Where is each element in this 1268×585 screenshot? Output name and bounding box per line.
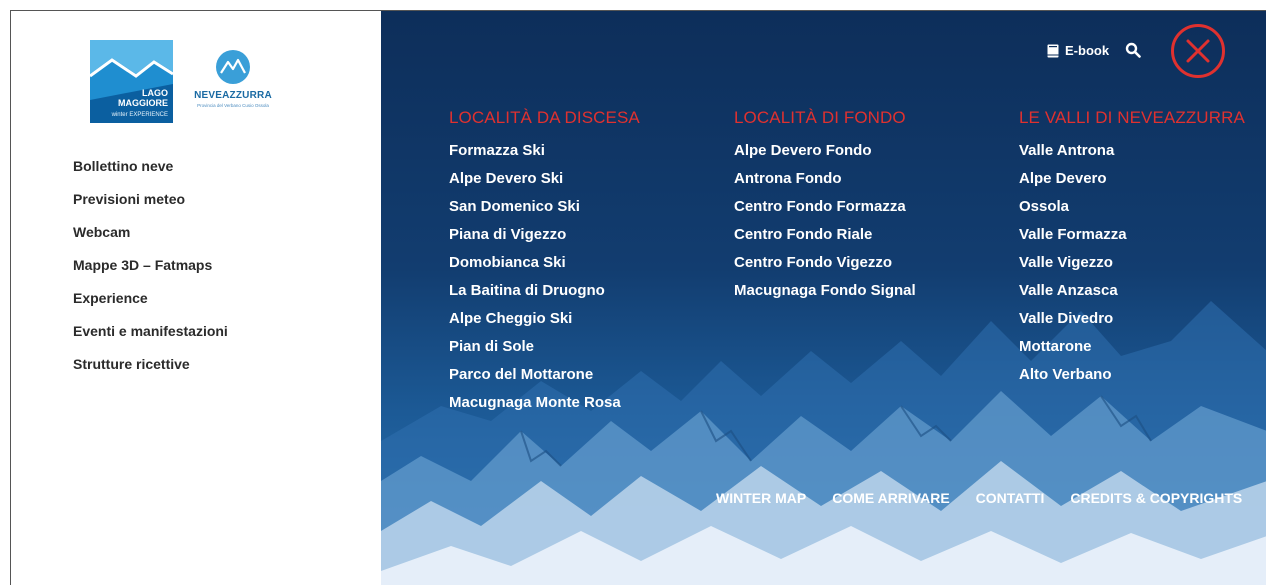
- footer-link-winter-map[interactable]: WINTER MAP: [716, 490, 806, 506]
- column-valli: LE VALLI DI NEVEAZZURRA Valle Antrona Al…: [1019, 108, 1245, 393]
- sidebar-item-strutture[interactable]: Strutture ricettive: [73, 354, 228, 387]
- menu-link[interactable]: Valle Anzasca: [1019, 281, 1245, 309]
- menu-link[interactable]: Alpe Devero: [1019, 169, 1245, 197]
- lago-text: LAGO: [142, 88, 168, 98]
- menu-link[interactable]: La Baitina di Druogno: [449, 281, 640, 309]
- menu-link[interactable]: Piana di Vigezzo: [449, 225, 640, 253]
- sidebar-menu: Bollettino neve Previsioni meteo Webcam …: [73, 156, 228, 387]
- menu-link[interactable]: Formazza Ski: [449, 141, 640, 169]
- menu-link[interactable]: Centro Fondo Riale: [734, 225, 916, 253]
- column-fondo: LOCALITÀ DI FONDO Alpe Devero Fondo Antr…: [734, 108, 916, 309]
- search-icon[interactable]: [1125, 42, 1141, 58]
- sidebar-item-previsioni-meteo[interactable]: Previsioni meteo: [73, 189, 228, 222]
- lago-maggiore-logo[interactable]: LAGO MAGGIORE winter EXPERIENCE: [89, 40, 174, 123]
- menu-link[interactable]: Valle Antrona: [1019, 141, 1245, 169]
- menu-link[interactable]: Valle Vigezzo: [1019, 253, 1245, 281]
- column-title-valli: LE VALLI DI NEVEAZZURRA: [1019, 108, 1245, 127]
- menu-link[interactable]: Alpe Devero Fondo: [734, 141, 916, 169]
- menu-link[interactable]: Domobianca Ski: [449, 253, 640, 281]
- menu-link[interactable]: Mottarone: [1019, 337, 1245, 365]
- sidebar-item-webcam[interactable]: Webcam: [73, 222, 228, 255]
- column-title-discesa: LOCALITÀ DA DISCESA: [449, 108, 640, 127]
- sidebar-item-eventi[interactable]: Eventi e manifestazioni: [73, 321, 228, 354]
- neveazzurra-title: NEVEAZZURRA: [194, 90, 272, 101]
- book-icon: [1047, 44, 1059, 57]
- menu-link[interactable]: Valle Formazza: [1019, 225, 1245, 253]
- ebook-link[interactable]: E-book: [1047, 43, 1109, 58]
- footer-links: WINTER MAP COME ARRIVARE CONTATTI CREDIT…: [716, 490, 1242, 506]
- maggiore-text: MAGGIORE: [118, 98, 168, 108]
- menu-link[interactable]: Macugnaga Fondo Signal: [734, 281, 916, 309]
- neveazzurra-logo[interactable]: NEVEAZZURRA Provincia del Verbano Cusio …: [187, 49, 279, 129]
- left-panel: LAGO MAGGIORE winter EXPERIENCE NEVEAZZU…: [11, 11, 381, 585]
- menu-link[interactable]: Centro Fondo Vigezzo: [734, 253, 916, 281]
- footer-link-credits[interactable]: CREDITS & COPYRIGHTS: [1070, 490, 1242, 506]
- menu-link[interactable]: San Domenico Ski: [449, 197, 640, 225]
- footer-link-contatti[interactable]: CONTATTI: [976, 490, 1045, 506]
- close-icon[interactable]: [1170, 23, 1226, 79]
- winter-experience-text: winter EXPERIENCE: [111, 112, 168, 118]
- sidebar-item-experience[interactable]: Experience: [73, 288, 228, 321]
- column-title-fondo: LOCALITÀ DI FONDO: [734, 108, 906, 127]
- neveazzurra-subtitle: Provincia del Verbano Cusio Ossola: [197, 103, 269, 108]
- ebook-label: E-book: [1065, 43, 1110, 58]
- menu-link[interactable]: Alpe Devero Ski: [449, 169, 640, 197]
- page-frame: LAGO MAGGIORE winter EXPERIENCE NEVEAZZU…: [10, 10, 1266, 585]
- menu-link[interactable]: Ossola: [1019, 197, 1245, 225]
- menu-link[interactable]: Alpe Cheggio Ski: [449, 309, 640, 337]
- menu-overlay-panel: E-book LOCALITÀ DA DISCESA Formazza Ski …: [381, 11, 1266, 585]
- footer-link-come-arrivare[interactable]: COME ARRIVARE: [832, 490, 949, 506]
- column-discesa: LOCALITÀ DA DISCESA Formazza Ski Alpe De…: [449, 108, 640, 421]
- sidebar-item-mappe-3d[interactable]: Mappe 3D – Fatmaps: [73, 255, 228, 288]
- menu-link[interactable]: Macugnaga Monte Rosa: [449, 393, 640, 421]
- menu-link[interactable]: Antrona Fondo: [734, 169, 916, 197]
- menu-link[interactable]: Alto Verbano: [1019, 365, 1245, 393]
- menu-link[interactable]: Parco del Mottarone: [449, 365, 640, 393]
- sidebar-item-bollettino-neve[interactable]: Bollettino neve: [73, 156, 228, 189]
- menu-link[interactable]: Valle Divedro: [1019, 309, 1245, 337]
- menu-link[interactable]: Pian di Sole: [449, 337, 640, 365]
- menu-link[interactable]: Centro Fondo Formazza: [734, 197, 916, 225]
